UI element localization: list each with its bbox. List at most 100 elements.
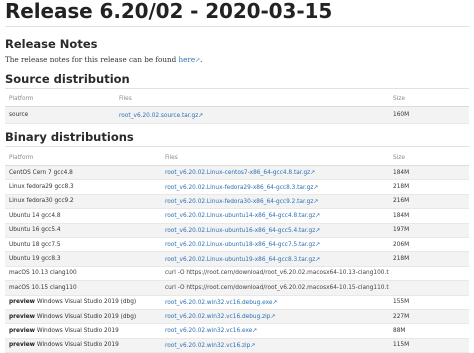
external-link-icon: ↗ [310,169,316,177]
table-row: CentOS Cern 7 gcc4.8 root_v6.20.02.Linux-… [5,165,469,181]
preview-tag: preview [9,313,35,320]
col-files: Files [161,151,389,166]
platform-label: Linux fedora29 gcc8.3 [9,184,74,191]
external-link-icon: ↗ [315,241,321,249]
file-cell: curl -O https://root.cern/download/root_… [161,280,389,296]
file-cell: root_v6.20.02.Linux-fedora29-x86_64-gcc8… [161,179,389,195]
table-row: preview Windows Visual Studio 2019 root_v… [5,338,469,353]
preview-tag: preview [9,299,35,306]
file-cell: root_v6.20.02.win32.vc16.debug.exe↗ [161,295,389,310]
col-platform: Platform [5,151,161,166]
file-link[interactable]: root_v6.20.02.source.tar.gz [119,113,198,119]
platform-label: CentOS Cern 7 gcc4.8 [9,169,73,176]
file-cell: curl -O https://root.cern/download/root_… [161,266,389,282]
platform-cell: preview Windows Visual Studio 2019 [5,323,161,339]
platform-cell: Linux fedora30 gcc9.2 [5,194,161,210]
preview-tag: preview [9,342,35,349]
platform-label: Windows Visual Studio 2019 (dbg) [36,299,137,306]
platform-label: Ubuntu 16 gcc5.4 [9,227,61,234]
table-row: Linux fedora30 gcc9.2 root_v6.20.02.Linux… [5,194,469,210]
table-row: macOS 10.13 clang100 curl -O https://root… [5,266,469,282]
binary-distributions-heading: Binary distributions [5,130,134,144]
platform-label: Windows Visual Studio 2019 (dbg) [36,313,137,320]
platform-cell: CentOS Cern 7 gcc4.8 [5,165,161,181]
table-row: preview Windows Visual Studio 2019 root_v… [5,323,469,339]
size-cell: 155M [389,295,469,310]
size-cell: 216M [389,194,469,210]
table-row: source root_v6.20.02.source.tar.gz↗ 160M [5,106,469,124]
size-cell: 88M [389,323,469,339]
page-title: Release 6.20/02 - 2020-03-15 [5,0,333,23]
platform-label: Linux fedora30 gcc9.2 [9,198,74,205]
platform-cell: Ubuntu 18 gcc7.5 [5,237,161,253]
table-row: Ubuntu 14 gcc4.8 root_v6.20.02.Linux-ubun… [5,208,469,224]
external-link-icon: ↗ [270,313,276,321]
download-command: curl -O https://root.cern/download/root_… [165,270,389,277]
table-row: Ubuntu 19 gcc8.3 root_v6.20.02.Linux-ubun… [5,251,469,267]
size-cell [389,266,469,282]
table-row: Ubuntu 16 gcc5.4 root_v6.20.02.Linux-ubun… [5,223,469,238]
preview-tag: preview [9,327,35,334]
source-distribution-heading: Source distribution [5,72,130,86]
platform-label: Ubuntu 14 gcc4.8 [9,212,61,219]
platform-cell: source [5,106,115,124]
size-cell: 197M [389,223,469,238]
size-cell: 160M [389,106,469,124]
file-link[interactable]: root_v6.20.02.Linux-ubuntu18-x86_64-gcc7… [165,242,315,248]
size-cell: 218M [389,251,469,267]
platform-cell: Linux fedora29 gcc8.3 [5,179,161,195]
col-size: Size [389,92,469,107]
size-cell: 184M [389,208,469,224]
file-cell: root_v6.20.02.Linux-fedora30-x86_64-gcc9… [161,194,389,210]
platform-cell: macOS 10.13 clang100 [5,266,161,282]
file-cell: root_v6.20.02.win32.vc16.exe↗ [161,323,389,339]
table-row: Ubuntu 18 gcc7.5 root_v6.20.02.Linux-ubun… [5,237,469,253]
binary-table-body: CentOS Cern 7 gcc4.8 root_v6.20.02.Linux-… [5,165,469,353]
platform-cell: preview Windows Visual Studio 2019 (dbg) [5,295,161,310]
file-cell: root_v6.20.02.source.tar.gz↗ [115,106,389,124]
file-link[interactable]: root_v6.20.02.Linux-ubuntu19-x86_64-gcc8… [165,257,315,263]
platform-cell: Ubuntu 19 gcc8.3 [5,251,161,267]
platform-label: Ubuntu 19 gcc8.3 [9,256,61,263]
external-link-icon: ↗ [272,298,278,306]
source-divider [5,88,469,89]
platform-cell: preview Windows Visual Studio 2019 (dbg) [5,309,161,325]
external-link-icon: ↗ [198,111,204,119]
size-cell: 184M [389,165,469,181]
platform-label: macOS 10.15 clang110 [9,284,77,291]
external-link-icon: ↗ [313,183,319,191]
platform-label: Ubuntu 18 gcc7.5 [9,241,61,248]
file-cell: root_v6.20.02.Linux-centos7-x86_64-gcc4.… [161,165,389,181]
size-cell: 115M [389,338,469,353]
file-link[interactable]: root_v6.20.02.win32.vc16.debug.zip [165,314,270,320]
external-link-icon: ↗ [313,197,319,205]
source-table: Platform Files Size source root_v6.20.02… [5,92,469,124]
file-link[interactable]: root_v6.20.02.Linux-ubuntu14-x86_64-gcc4… [165,213,315,219]
platform-cell: preview Windows Visual Studio 2019 [5,338,161,353]
size-cell: 227M [389,309,469,325]
col-size: Size [389,151,469,166]
file-link[interactable]: root_v6.20.02.Linux-ubuntu16-x86_64-gcc5… [165,228,315,234]
file-cell: root_v6.20.02.Linux-ubuntu19-x86_64-gcc8… [161,251,389,267]
table-row: Linux fedora29 gcc8.3 root_v6.20.02.Linux… [5,179,469,195]
platform-cell: Ubuntu 16 gcc5.4 [5,223,161,238]
release-notes-link[interactable]: here [179,55,196,64]
file-cell: root_v6.20.02.Linux-ubuntu14-x86_64-gcc4… [161,208,389,224]
file-link[interactable]: root_v6.20.02.Linux-centos7-x86_64-gcc4.… [165,170,310,176]
size-cell: 206M [389,237,469,253]
file-link[interactable]: root_v6.20.02.win32.vc16.exe [165,328,252,334]
platform-label: Windows Visual Studio 2019 [36,327,119,334]
external-link-icon: ↗ [315,212,321,220]
platform-cell: Ubuntu 14 gcc4.8 [5,208,161,224]
size-cell [389,280,469,296]
title-divider [5,26,469,27]
file-link[interactable]: root_v6.20.02.Linux-fedora29-x86_64-gcc8… [165,185,313,191]
file-cell: root_v6.20.02.win32.vc16.zip↗ [161,338,389,353]
external-link-icon: ↗ [315,255,321,263]
file-link[interactable]: root_v6.20.02.Linux-fedora30-x86_64-gcc9… [165,199,313,205]
file-link[interactable]: root_v6.20.02.win32.vc16.debug.exe [165,300,272,306]
table-row: preview Windows Visual Studio 2019 (dbg)… [5,309,469,325]
external-link-icon: ↗ [315,226,321,234]
table-row: preview Windows Visual Studio 2019 (dbg)… [5,295,469,310]
binary-table: Platform Files Size CentOS Cern 7 gcc4.8… [5,151,469,353]
